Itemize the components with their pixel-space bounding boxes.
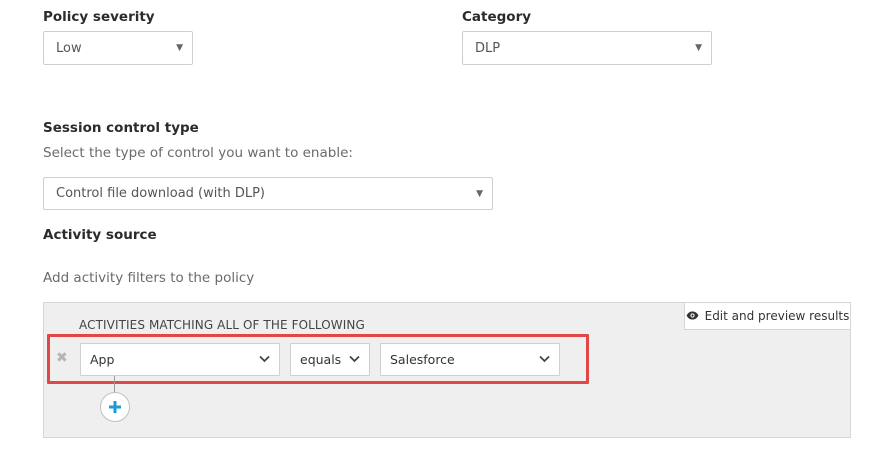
session-control-select[interactable]: Control file download (with DLP) ▼ bbox=[43, 177, 493, 210]
filter-operator-select[interactable]: equals bbox=[290, 343, 370, 376]
filter-value-select[interactable]: Salesforce bbox=[380, 343, 560, 376]
remove-x-icon[interactable]: ✖ bbox=[56, 350, 68, 366]
category-value: DLP bbox=[475, 40, 501, 56]
chevron-down-icon bbox=[539, 355, 550, 363]
chevron-down-icon bbox=[259, 355, 270, 363]
policy-severity-value: Low bbox=[56, 40, 82, 56]
activity-source-label: Activity source bbox=[43, 227, 157, 243]
session-control-label: Session control type bbox=[43, 120, 199, 136]
policy-severity-select[interactable]: Low ▼ bbox=[43, 31, 193, 65]
match-all-title: ACTIVITIES MATCHING ALL OF THE FOLLOWING bbox=[79, 318, 365, 332]
filter-field-value: App bbox=[90, 352, 115, 367]
filter-value-text: Salesforce bbox=[390, 352, 455, 367]
category-label: Category bbox=[462, 9, 532, 25]
filter-connector-line bbox=[114, 376, 115, 393]
add-filter-button[interactable] bbox=[100, 392, 130, 422]
eye-icon bbox=[686, 309, 699, 323]
dropdown-caret-icon: ▼ bbox=[476, 188, 483, 199]
plus-icon bbox=[109, 401, 121, 413]
session-control-value: Control file download (with DLP) bbox=[56, 186, 265, 201]
chevron-down-icon bbox=[349, 355, 360, 363]
policy-severity-label: Policy severity bbox=[43, 9, 155, 25]
filter-operator-value: equals bbox=[300, 352, 342, 367]
session-control-hint: Select the type of control you want to e… bbox=[43, 145, 353, 161]
activity-source-hint: Add activity filters to the policy bbox=[43, 270, 255, 286]
dropdown-caret-icon: ▼ bbox=[176, 43, 183, 53]
edit-preview-button[interactable]: Edit and preview results bbox=[684, 302, 851, 330]
filter-field-select[interactable]: App bbox=[80, 343, 280, 376]
category-select[interactable]: DLP ▼ bbox=[462, 31, 712, 65]
dropdown-caret-icon: ▼ bbox=[695, 43, 702, 53]
edit-preview-label: Edit and preview results bbox=[704, 309, 850, 323]
